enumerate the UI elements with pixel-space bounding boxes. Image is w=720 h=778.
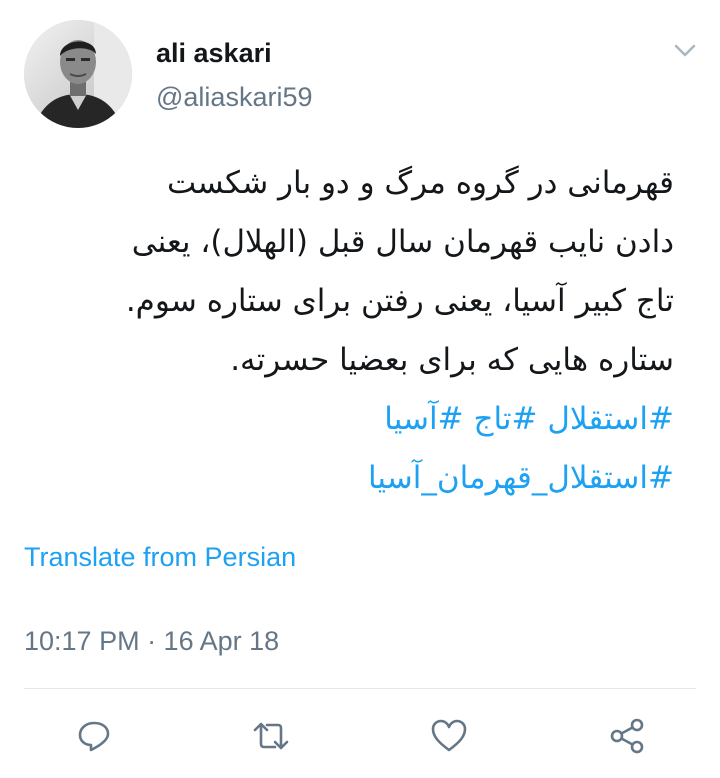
tweet-text: قهرمانی در گروه مرگ و دو بار شکست دادن ن… xyxy=(24,154,674,508)
retweet-icon xyxy=(253,722,289,750)
chevron-down-icon[interactable] xyxy=(670,36,700,66)
tweet-actions xyxy=(0,706,720,766)
tweet-text-line: ستاره هایی که برای بعضیا حسرته. xyxy=(230,342,674,378)
heart-icon xyxy=(431,719,467,752)
avatar[interactable] xyxy=(24,20,132,128)
share-icon xyxy=(610,718,644,754)
divider xyxy=(24,688,696,689)
retweet-button[interactable] xyxy=(241,706,301,766)
user-handle[interactable]: @aliaskari59 xyxy=(156,82,312,113)
hashtag-link[interactable]: #استقلال #تاج #آسیا xyxy=(24,390,674,449)
display-name[interactable]: ali askari xyxy=(156,38,272,69)
reply-icon xyxy=(78,721,110,752)
share-button[interactable] xyxy=(597,706,657,766)
like-button[interactable] xyxy=(419,706,479,766)
tweet-text-line: دادن نایب قهرمان سال قبل (الهلال)، یعنی xyxy=(131,224,674,260)
tweet-timestamp[interactable]: 10:17 PM · 16 Apr 18 xyxy=(24,626,279,657)
avatar-photo xyxy=(24,20,132,128)
tweet-header: ali askari @aliaskari59 xyxy=(0,0,720,140)
tweet-text-line: تاج کبیر آسیا، یعنی رفتن برای ستاره سوم. xyxy=(125,283,674,319)
reply-button[interactable] xyxy=(64,706,124,766)
translate-link[interactable]: Translate from Persian xyxy=(24,542,296,573)
hashtag-link[interactable]: #استقلال_قهرمان_آسیا xyxy=(24,449,674,508)
tweet-text-line: قهرمانی در گروه مرگ و دو بار شکست xyxy=(167,165,674,201)
